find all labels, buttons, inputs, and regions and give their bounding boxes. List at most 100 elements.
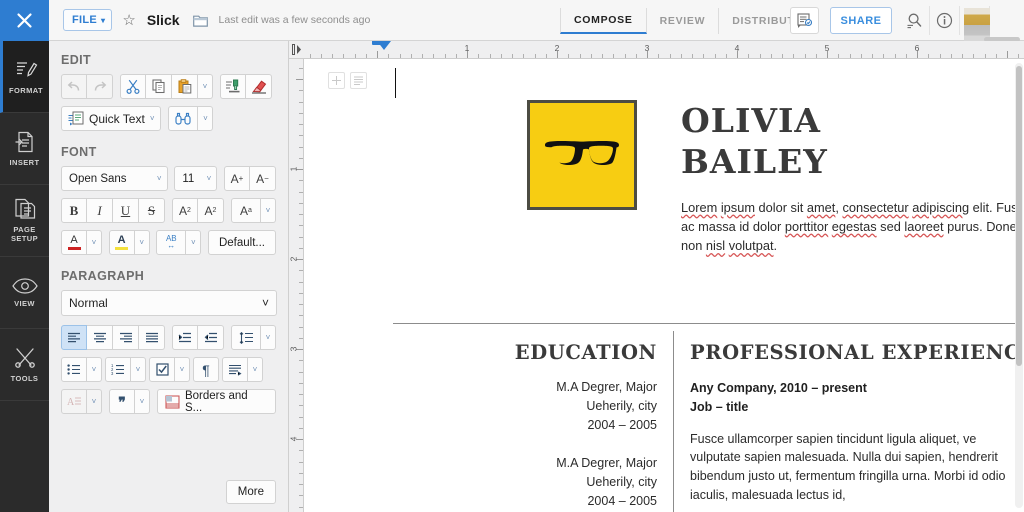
folder-icon[interactable] — [192, 14, 208, 27]
copy-button[interactable] — [146, 74, 172, 99]
education-heading: EDUCATION — [514, 341, 657, 364]
format-painter-button[interactable] — [220, 74, 246, 99]
block-quote-caret[interactable]: ˅ — [135, 389, 150, 414]
change-case-button[interactable]: Aa — [231, 198, 261, 223]
checklist-caret[interactable]: ˅ — [175, 357, 190, 382]
line-spacing-caret[interactable]: ˅ — [261, 325, 276, 350]
strikethrough-button[interactable]: S — [139, 198, 165, 223]
education-entry[interactable]: M.A Degrer, Major Ueherily, city 2004 – … — [393, 454, 657, 510]
vertical-ruler[interactable]: 1 2 3 4 — [289, 59, 304, 512]
highlight-caret[interactable]: ˅ — [134, 230, 150, 255]
tab-compose[interactable]: COMPOSE — [560, 8, 647, 34]
align-right-button[interactable] — [113, 325, 139, 350]
align-justify-button[interactable] — [139, 325, 165, 350]
numbered-list-button[interactable]: 123 — [105, 357, 131, 382]
ruler-toggle-icon[interactable] — [291, 43, 303, 56]
education-entry[interactable]: M.A Degrer, Major Ueherily, city 2004 – … — [393, 378, 657, 434]
checklist-button[interactable] — [149, 357, 175, 382]
increase-font-label: A — [230, 171, 239, 186]
left-indent-marker[interactable] — [377, 41, 391, 50]
italic-button[interactable]: I — [87, 198, 113, 223]
text-direction-button[interactable] — [222, 357, 248, 382]
line-spacing-button[interactable] — [231, 325, 261, 350]
experience-company: Any Company, 2010 – present — [690, 381, 867, 395]
show-formatting-marks-button[interactable]: ¶ — [193, 357, 219, 382]
sidebar-item-page-setup[interactable]: PAGE SETUP — [0, 185, 49, 257]
more-options-button[interactable]: More — [225, 480, 276, 504]
indent-increase-icon — [178, 332, 191, 343]
sidebar-item-view[interactable]: VIEW — [0, 257, 49, 329]
text-direction-caret[interactable]: ˅ — [248, 357, 263, 382]
tab-review[interactable]: REVIEW — [647, 8, 720, 34]
block-quote-button[interactable]: ❞ — [109, 389, 135, 414]
ruler-tick — [299, 484, 303, 485]
underline-button[interactable]: U — [113, 198, 139, 223]
line-spacing-group: ˅ — [231, 325, 276, 350]
bio-paragraph[interactable]: Lorem ipsum dolor sit amet, consectetur … — [681, 198, 1017, 256]
find-replace-button[interactable] — [168, 106, 199, 131]
document-page[interactable]: OLIVIA BAILEY Lorem ipsum dolor sit amet… — [305, 60, 1017, 512]
bulleted-list-button[interactable] — [61, 357, 87, 382]
sidebar-item-tools[interactable]: TOOLS — [0, 329, 49, 401]
highlight-button[interactable]: A — [108, 230, 135, 255]
copy-icon — [151, 79, 165, 94]
align-center-button[interactable] — [87, 325, 113, 350]
character-spacing-button[interactable]: AB ↔ — [156, 230, 187, 255]
paste-options-caret[interactable]: ˅ — [198, 74, 213, 99]
close-button[interactable] — [0, 0, 49, 41]
subscript-button[interactable]: A2 — [198, 198, 224, 223]
ruler-tick — [1007, 51, 1008, 58]
ruler-tick — [365, 54, 367, 58]
add-column-icon[interactable] — [328, 72, 345, 89]
font-color-button[interactable]: A — [61, 230, 87, 255]
drop-cap-caret[interactable]: ˅ — [87, 389, 102, 414]
clear-formatting-button[interactable] — [246, 74, 272, 99]
redo-button[interactable] — [87, 74, 113, 99]
scrollbar-thumb[interactable] — [1016, 66, 1022, 366]
decrease-indent-button[interactable] — [198, 325, 224, 350]
quick-text-button[interactable]: Quick Text ˅ — [61, 106, 162, 131]
numbered-list-caret[interactable]: ˅ — [131, 357, 146, 382]
favorite-star-icon[interactable]: ☆ — [122, 13, 135, 28]
vertical-scrollbar[interactable] — [1015, 63, 1023, 508]
notifications-button[interactable] — [790, 7, 819, 34]
search-button[interactable] — [900, 6, 930, 35]
experience-body[interactable]: Fusce ullamcorper sapien tincidunt ligul… — [690, 430, 1017, 505]
layout-options-icon[interactable] — [350, 72, 367, 89]
borders-and-shading-button[interactable]: Borders and S... — [157, 389, 277, 414]
ruler-tick — [299, 506, 303, 508]
ruler-tick — [299, 157, 303, 159]
increase-indent-button[interactable] — [172, 325, 198, 350]
undo-button[interactable] — [61, 74, 87, 99]
share-button[interactable]: SHARE — [830, 7, 892, 34]
sidebar-item-insert[interactable]: INSERT — [0, 113, 49, 185]
bulleted-list-caret[interactable]: ˅ — [87, 357, 102, 382]
ruler-tick — [500, 54, 502, 58]
default-font-button[interactable]: Default... — [207, 230, 276, 255]
ruler-number: 4 — [734, 43, 740, 53]
find-options-caret[interactable]: ˅ — [198, 106, 214, 131]
ruler-tick — [299, 124, 303, 125]
cut-button[interactable] — [120, 74, 146, 99]
font-size-select[interactable]: 11 ˅ — [174, 166, 218, 191]
increase-font-button[interactable]: A + — [224, 166, 250, 191]
font-family-select[interactable]: Open Sans ˅ — [61, 166, 168, 191]
superscript-button[interactable]: A2 — [172, 198, 198, 223]
paste-button[interactable] — [172, 74, 198, 99]
sidebar-item-format[interactable]: FORMAT — [0, 41, 49, 113]
horizontal-ruler[interactable]: 1 2 3 4 5 6 — [289, 41, 1024, 59]
decrease-font-button[interactable]: A − — [250, 166, 276, 191]
char-spacing-caret[interactable]: ˅ — [186, 230, 202, 255]
undo-redo-group — [61, 74, 113, 99]
file-menu-button[interactable]: FILE ▾ — [63, 9, 113, 31]
drop-cap-button[interactable]: A — [61, 389, 87, 414]
edit-section-title: EDIT — [61, 53, 92, 67]
change-case-caret[interactable]: ˅ — [261, 198, 276, 223]
paragraph-style-select[interactable]: Normal ˅ — [61, 290, 277, 316]
info-button[interactable] — [930, 6, 960, 35]
profile-logo[interactable] — [527, 100, 637, 210]
font-color-caret[interactable]: ˅ — [87, 230, 102, 255]
experience-company-block[interactable]: Any Company, 2010 – present Job – title — [690, 379, 1017, 417]
bold-button[interactable]: B — [61, 198, 87, 223]
align-left-button[interactable] — [61, 325, 87, 350]
